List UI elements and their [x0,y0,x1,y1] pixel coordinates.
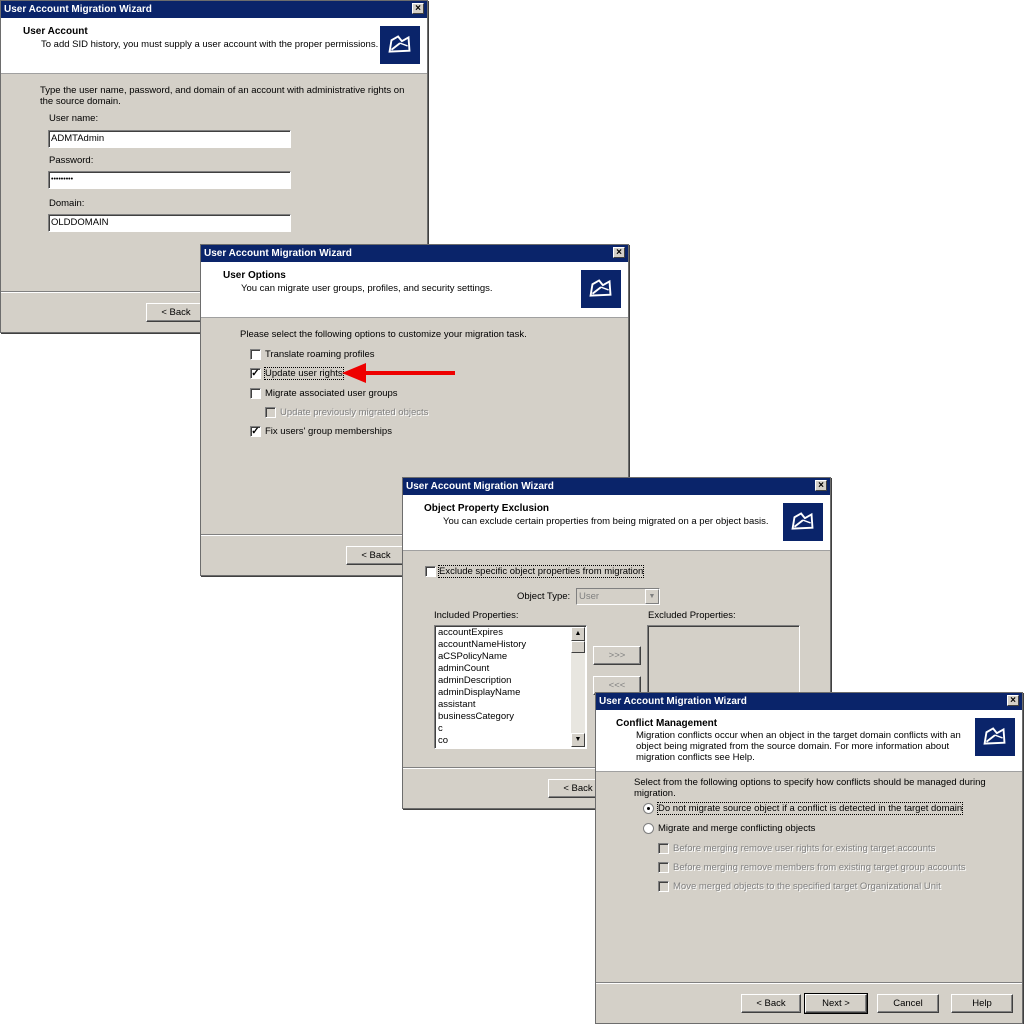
title-bar: User Account Migration Wizard × [201,245,628,262]
wizard-window-conflict-management: User Account Migration Wizard × Conflict… [595,692,1023,1024]
wizard-header: Conflict Management Migration conflicts … [596,710,1022,772]
title-bar: User Account Migration Wizard × [403,478,830,495]
instructions: Type the user name, password, and domain… [40,85,405,96]
scroll-down-icon[interactable]: ▼ [571,733,585,747]
list-item[interactable]: accountNameHistory [435,639,586,651]
exclude-properties-label: Exclude specific object properties from … [437,565,645,578]
instructions-cont: migration. [634,788,676,799]
instructions: Select from the following options to spe… [634,777,986,788]
list-item[interactable]: co [435,735,586,747]
window-title: User Account Migration Wizard [204,248,352,259]
list-item[interactable]: accountExpires [435,627,586,639]
title-bar: User Account Migration Wizard × [1,1,427,18]
divider [596,982,1022,984]
included-properties-label: Included Properties: [434,610,519,621]
page-subtitle-cont: object being migrated from the source do… [636,741,950,752]
no-migrate-radio[interactable] [643,803,654,814]
object-type-select: User ▼ [576,588,660,605]
update-user-rights-checkbox[interactable]: ✓ [250,368,261,379]
window-title: User Account Migration Wizard [599,696,747,707]
list-item[interactable]: businessCategory [435,711,586,723]
list-item[interactable]: adminDisplayName [435,687,586,699]
move-merged-objects-checkbox [658,881,669,892]
page-title: Object Property Exclusion [424,503,550,514]
object-type-value: User [579,591,600,602]
remove-group-members-checkbox [658,862,669,873]
scroll-thumb[interactable] [571,641,585,653]
instructions-cont: the source domain. [40,96,121,107]
migration-wizard-logo-icon [581,270,621,308]
remove-user-rights-label: Before merging remove user rights for ex… [673,843,936,854]
wizard-header: Object Property Exclusion You can exclud… [403,495,830,551]
remove-group-members-label: Before merging remove members from exist… [673,862,966,873]
list-item[interactable]: assistant [435,699,586,711]
close-button[interactable]: × [412,3,424,14]
fix-group-memberships-label: Fix users' group memberships [265,426,392,437]
add-property-button[interactable]: >>> [593,646,641,665]
list-item[interactable]: adminDescription [435,675,586,687]
migration-wizard-logo-icon [783,503,823,541]
migrate-groups-checkbox[interactable] [250,388,261,399]
merge-radio[interactable] [643,823,654,834]
migration-wizard-logo-icon [975,718,1015,756]
back-button[interactable]: < Back [146,303,206,322]
list-item[interactable]: adminCount [435,663,586,675]
domain-field[interactable]: OLDDOMAIN [48,214,291,232]
radio-dot [647,807,650,810]
translate-profiles-checkbox[interactable] [250,349,261,360]
included-properties-list[interactable]: accountExpires accountNameHistory aCSPol… [434,625,587,749]
page-subtitle-cont2: migration conflicts see Help. [636,752,755,763]
update-migrated-objects-checkbox [265,407,276,418]
list-item[interactable]: c [435,723,586,735]
no-migrate-label: Do not migrate source object if a confli… [656,802,964,815]
instructions: Please select the following options to c… [240,329,527,340]
page-subtitle: Migration conflicts occur when an object… [636,730,961,741]
update-user-rights-label: Update user rights [264,367,344,380]
exclude-properties-checkbox[interactable] [425,566,436,577]
list-item[interactable]: aCSPolicyName [435,651,586,663]
close-button[interactable]: × [1007,695,1019,706]
password-field[interactable]: ••••••••• [48,171,291,189]
object-type-label: Object Type: [517,591,571,602]
back-button[interactable]: < Back [741,994,801,1013]
domain-label: Domain: [49,198,85,209]
title-bar: User Account Migration Wizard × [596,693,1022,710]
next-button[interactable]: Next > [804,993,868,1014]
help-button[interactable]: Help [951,994,1013,1013]
merge-label: Migrate and merge conflicting objects [658,823,816,834]
translate-profiles-label: Translate roaming profiles [265,349,375,360]
password-label: Password: [49,155,94,166]
username-label: User name: [49,113,99,124]
scrollbar[interactable]: ▲ ▼ [571,627,585,747]
back-button[interactable]: < Back [346,546,406,565]
cancel-button[interactable]: Cancel [877,994,939,1013]
page-subtitle: To add SID history, you must supply a us… [41,39,379,50]
username-field[interactable]: ADMTAdmin [48,130,291,148]
move-merged-objects-label: Move merged objects to the specified tar… [673,881,941,892]
window-title: User Account Migration Wizard [406,481,554,492]
fix-group-memberships-checkbox[interactable]: ✓ [250,426,261,437]
window-title: User Account Migration Wizard [4,4,152,15]
migration-wizard-logo-icon [380,26,420,64]
wizard-header: User Options You can migrate user groups… [201,262,628,318]
remove-user-rights-checkbox [658,843,669,854]
scroll-up-icon[interactable]: ▲ [571,627,585,641]
update-migrated-objects-label: Update previously migrated objects [280,407,429,418]
page-title: Conflict Management [616,718,718,729]
page-title: User Account [23,26,88,37]
excluded-properties-label: Excluded Properties: [648,610,736,621]
page-subtitle: You can exclude certain properties from … [443,516,769,527]
migrate-groups-label: Migrate associated user groups [265,388,398,399]
chevron-down-icon: ▼ [645,589,659,604]
red-arrow-icon [342,363,455,383]
wizard-header: User Account To add SID history, you mus… [1,18,427,74]
close-button[interactable]: × [815,480,827,491]
page-title: User Options [223,270,286,281]
close-button[interactable]: × [613,247,625,258]
page-subtitle: You can migrate user groups, profiles, a… [241,283,493,294]
